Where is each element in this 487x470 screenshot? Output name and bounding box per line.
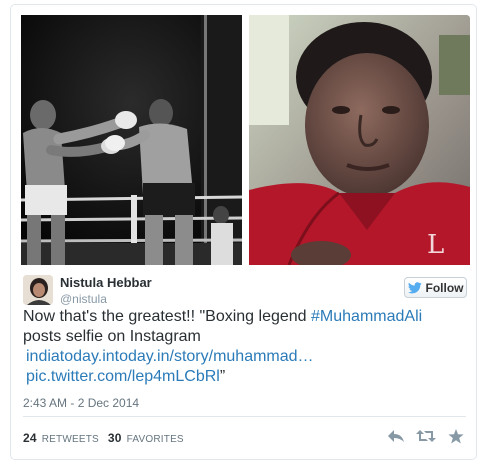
article-link[interactable]: indiatoday.intoday.in/story/muhammad… xyxy=(26,348,314,365)
tweet-text-part: Now that's the greatest!! "Boxing legend xyxy=(23,308,312,325)
follow-button[interactable]: Follow xyxy=(404,277,467,298)
boxing-photo-image xyxy=(21,15,242,265)
star-icon xyxy=(448,428,464,444)
timestamp[interactable]: 2:43 AM - 2 Dec 2014 xyxy=(23,396,139,410)
tweet-stats: 24 RETWEETS 30 FAVORITES xyxy=(23,431,184,445)
selfie-photo[interactable]: L xyxy=(249,15,470,265)
favorites-stat[interactable]: 30 FAVORITES xyxy=(107,431,184,445)
media-link[interactable]: pic.twitter.com/lep4mLCbRl xyxy=(26,368,220,385)
author-handle[interactable]: @nistula xyxy=(60,292,107,306)
favorites-label: FAVORITES xyxy=(126,434,184,445)
twitter-bird-icon xyxy=(407,281,422,294)
svg-text:L: L xyxy=(427,230,444,260)
reply-icon xyxy=(387,429,405,443)
tweet-text-line2: posts selfie on Instagram xyxy=(23,328,201,345)
selfie-photo-image: L xyxy=(249,15,470,265)
avatar-image xyxy=(23,275,53,305)
favorites-count: 30 xyxy=(107,431,122,445)
retweets-stat[interactable]: 24 RETWEETS xyxy=(23,431,99,445)
retweet-button[interactable] xyxy=(416,426,436,446)
reply-button[interactable] xyxy=(386,426,406,446)
retweet-icon xyxy=(416,429,436,443)
retweets-count: 24 xyxy=(23,431,37,445)
tweet-text: Now that's the greatest!! "Boxing legend… xyxy=(23,307,468,387)
boxing-photo[interactable] xyxy=(21,15,242,265)
author-name[interactable]: Nistula Hebbar xyxy=(60,275,152,290)
hashtag-link[interactable]: #MuhammadAli xyxy=(311,308,422,325)
tweet-actions xyxy=(386,426,466,446)
divider xyxy=(23,416,466,417)
avatar[interactable] xyxy=(23,275,53,305)
tweet-card: L Nistula Hebbar @nistula Follow Now tha… xyxy=(10,4,477,460)
closing-quote: ” xyxy=(219,368,226,385)
favorite-button[interactable] xyxy=(446,426,466,446)
retweets-label: RETWEETS xyxy=(41,434,99,445)
follow-label: Follow xyxy=(425,280,464,295)
